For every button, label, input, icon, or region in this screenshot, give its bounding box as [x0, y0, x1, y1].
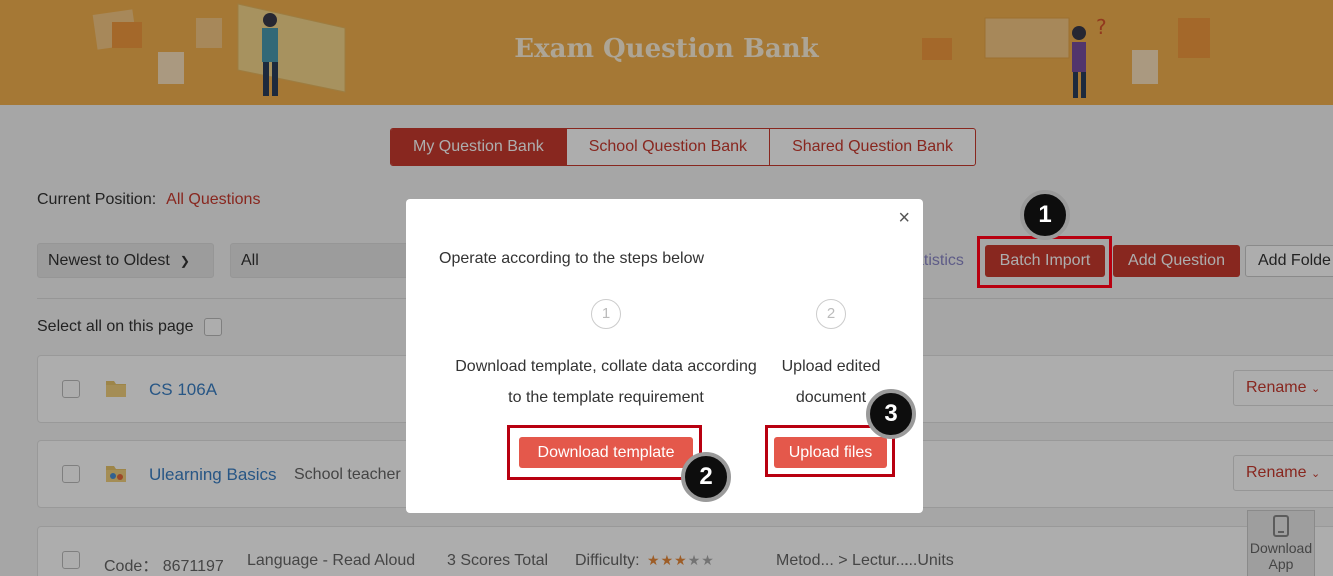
step-text-line: Download template, collate data accordin… [455, 358, 757, 375]
step-description: Download template, collate data accordin… [436, 351, 776, 413]
step-badge: 3 [866, 389, 916, 439]
highlight-box [507, 425, 702, 480]
step-badge: 1 [1020, 190, 1070, 240]
step-text-line: to the template requirement [508, 389, 704, 406]
dialog-heading: Operate according to the steps below [439, 250, 705, 267]
highlight-box [977, 236, 1112, 288]
step-text-line: Upload edited [781, 358, 881, 375]
close-icon[interactable]: × [898, 207, 910, 230]
step-number: 1 [591, 299, 621, 329]
step-badge: 2 [681, 452, 731, 502]
step-number: 2 [816, 299, 846, 329]
